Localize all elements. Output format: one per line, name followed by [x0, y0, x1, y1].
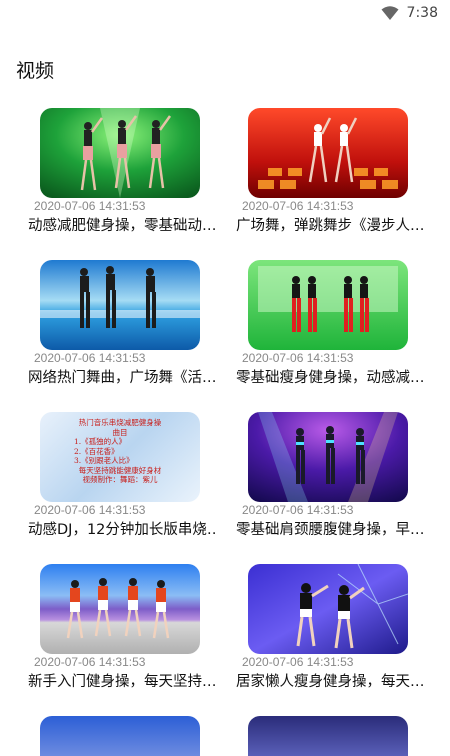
video-thumbnail[interactable] — [248, 716, 408, 756]
video-thumbnail[interactable] — [40, 716, 200, 756]
playlist-footer: 视频制作：舞蹈：紫儿 — [82, 475, 158, 484]
wifi-icon — [381, 6, 399, 20]
video-title[interactable]: 零基础瘦身健身操，动感减… — [236, 366, 426, 387]
video-thumbnail[interactable] — [40, 108, 200, 198]
video-title[interactable]: 动感减肥健身操，零基础动… — [28, 214, 218, 235]
video-date: 2020-07-06 14:31:53 — [34, 199, 146, 213]
video-title[interactable]: 新手入门健身操，每天坚持… — [28, 670, 218, 691]
video-thumbnail[interactable] — [40, 260, 200, 350]
video-thumbnail[interactable] — [248, 108, 408, 198]
video-title[interactable]: 动感DJ，12分钟加长版串烧… — [28, 518, 218, 539]
playlist-heading: 热门音乐串烧减肥健身操 — [78, 418, 162, 427]
video-thumbnail[interactable] — [40, 564, 200, 654]
playlist-footer: 每天坚持跳能健康好身材 — [78, 465, 162, 475]
video-date: 2020-07-06 14:31:53 — [242, 199, 354, 213]
video-date: 2020-07-06 14:31:53 — [34, 655, 146, 669]
video-title[interactable]: 零基础肩颈腰腹健身操，早… — [236, 518, 426, 539]
video-thumbnail[interactable] — [248, 412, 408, 502]
playlist-item: 1.《孤独的人》 — [74, 437, 127, 446]
video-date: 2020-07-06 14:31:53 — [242, 351, 354, 365]
video-thumbnail[interactable] — [248, 260, 408, 350]
status-bar: 7:38 — [0, 0, 450, 26]
video-date: 2020-07-06 14:31:53 — [242, 503, 354, 517]
playlist-text: 热门音乐串烧减肥健身操 曲目 1.《孤独的人》 2.《百花香》 3.《别跟老人比… — [40, 418, 200, 485]
video-date: 2020-07-06 14:31:53 — [34, 351, 146, 365]
video-thumbnail[interactable]: 热门音乐串烧减肥健身操 曲目 1.《孤独的人》 2.《百花香》 3.《别跟老人比… — [40, 412, 200, 502]
video-thumbnail[interactable] — [248, 564, 408, 654]
video-title[interactable]: 广场舞，弹跳舞步《漫步人… — [236, 214, 426, 235]
video-title[interactable]: 居家懒人瘦身健身操，每天… — [236, 670, 426, 691]
playlist-item: 2.《百花香》 — [74, 446, 119, 456]
video-date: 2020-07-06 14:31:53 — [34, 503, 146, 517]
video-date: 2020-07-06 14:31:53 — [242, 655, 354, 669]
status-time: 7:38 — [406, 5, 438, 21]
playlist-item: 3.《别跟老人比》 — [74, 456, 134, 465]
video-title[interactable]: 网络热门舞曲，广场舞《活… — [28, 366, 218, 387]
playlist-subheading: 曲目 — [112, 427, 128, 437]
page-title: 视频 — [16, 60, 55, 82]
